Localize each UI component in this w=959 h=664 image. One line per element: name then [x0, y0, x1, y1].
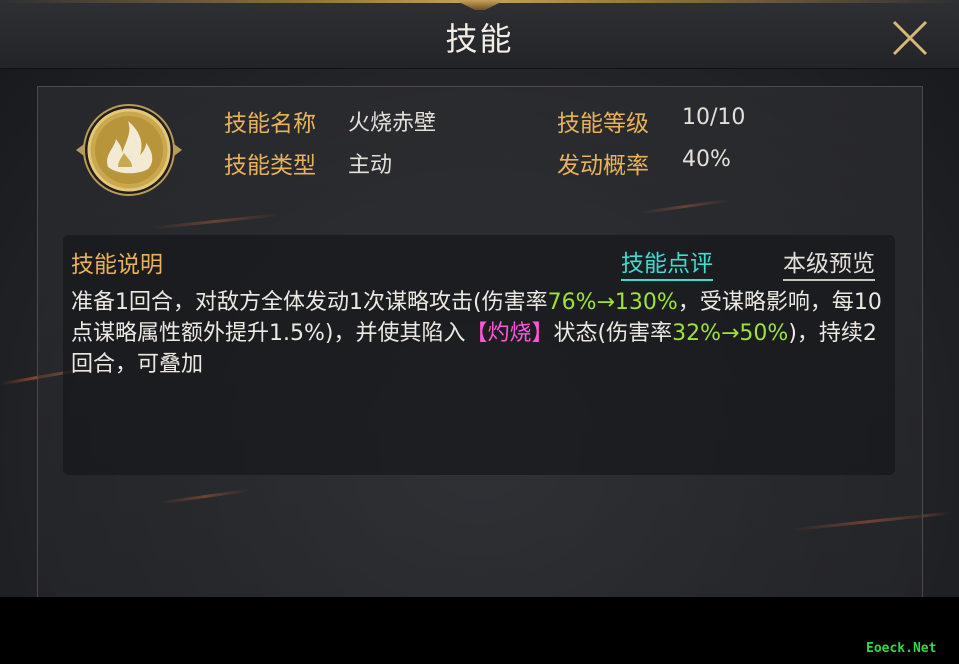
- trigger-chance-value: 40%: [682, 147, 731, 172]
- description-segment: 准备1回合，对敌方全体发动1次谋略攻击(伤害率: [71, 290, 548, 315]
- title-ornament: [455, 0, 505, 10]
- close-button[interactable]: [890, 20, 930, 56]
- game-window: 技能 技能名称 火烧赤壁 技能等级 10/10 技能类型 主动 发动概率 40%…: [0, 0, 959, 597]
- burn-damage-rate-value: 32%→50%: [672, 321, 789, 346]
- description-text: 准备1回合，对敌方全体发动1次谋略攻击(伤害率76%→130%，受谋略影响，每1…: [71, 287, 883, 380]
- skill-name-label: 技能名称: [224, 111, 316, 137]
- description-title: 技能说明: [71, 252, 163, 278]
- skill-type-value: 主动: [348, 153, 393, 178]
- skill-name-value: 火烧赤壁: [348, 111, 437, 136]
- tab-skill-review[interactable]: 技能点评: [621, 244, 713, 281]
- description-segment: 状态(伤害率: [553, 321, 673, 346]
- skill-level-value: 10/10: [682, 105, 746, 130]
- burn-status-keyword: 【灼烧】: [465, 321, 554, 346]
- trigger-chance-label: 发动概率: [557, 153, 649, 179]
- skill-level-label: 技能等级: [557, 111, 649, 137]
- fire-skill-icon: [76, 104, 182, 196]
- tab-level-preview[interactable]: 本级预览: [783, 244, 875, 281]
- watermark: Eoeck.Net: [866, 641, 937, 656]
- title-bar: 技能: [0, 0, 959, 69]
- page-title: 技能: [445, 20, 514, 58]
- skill-emblem: [74, 103, 184, 197]
- close-icon: [892, 20, 928, 56]
- damage-rate-value: 76%→130%: [547, 290, 678, 315]
- skill-type-label: 技能类型: [224, 153, 316, 179]
